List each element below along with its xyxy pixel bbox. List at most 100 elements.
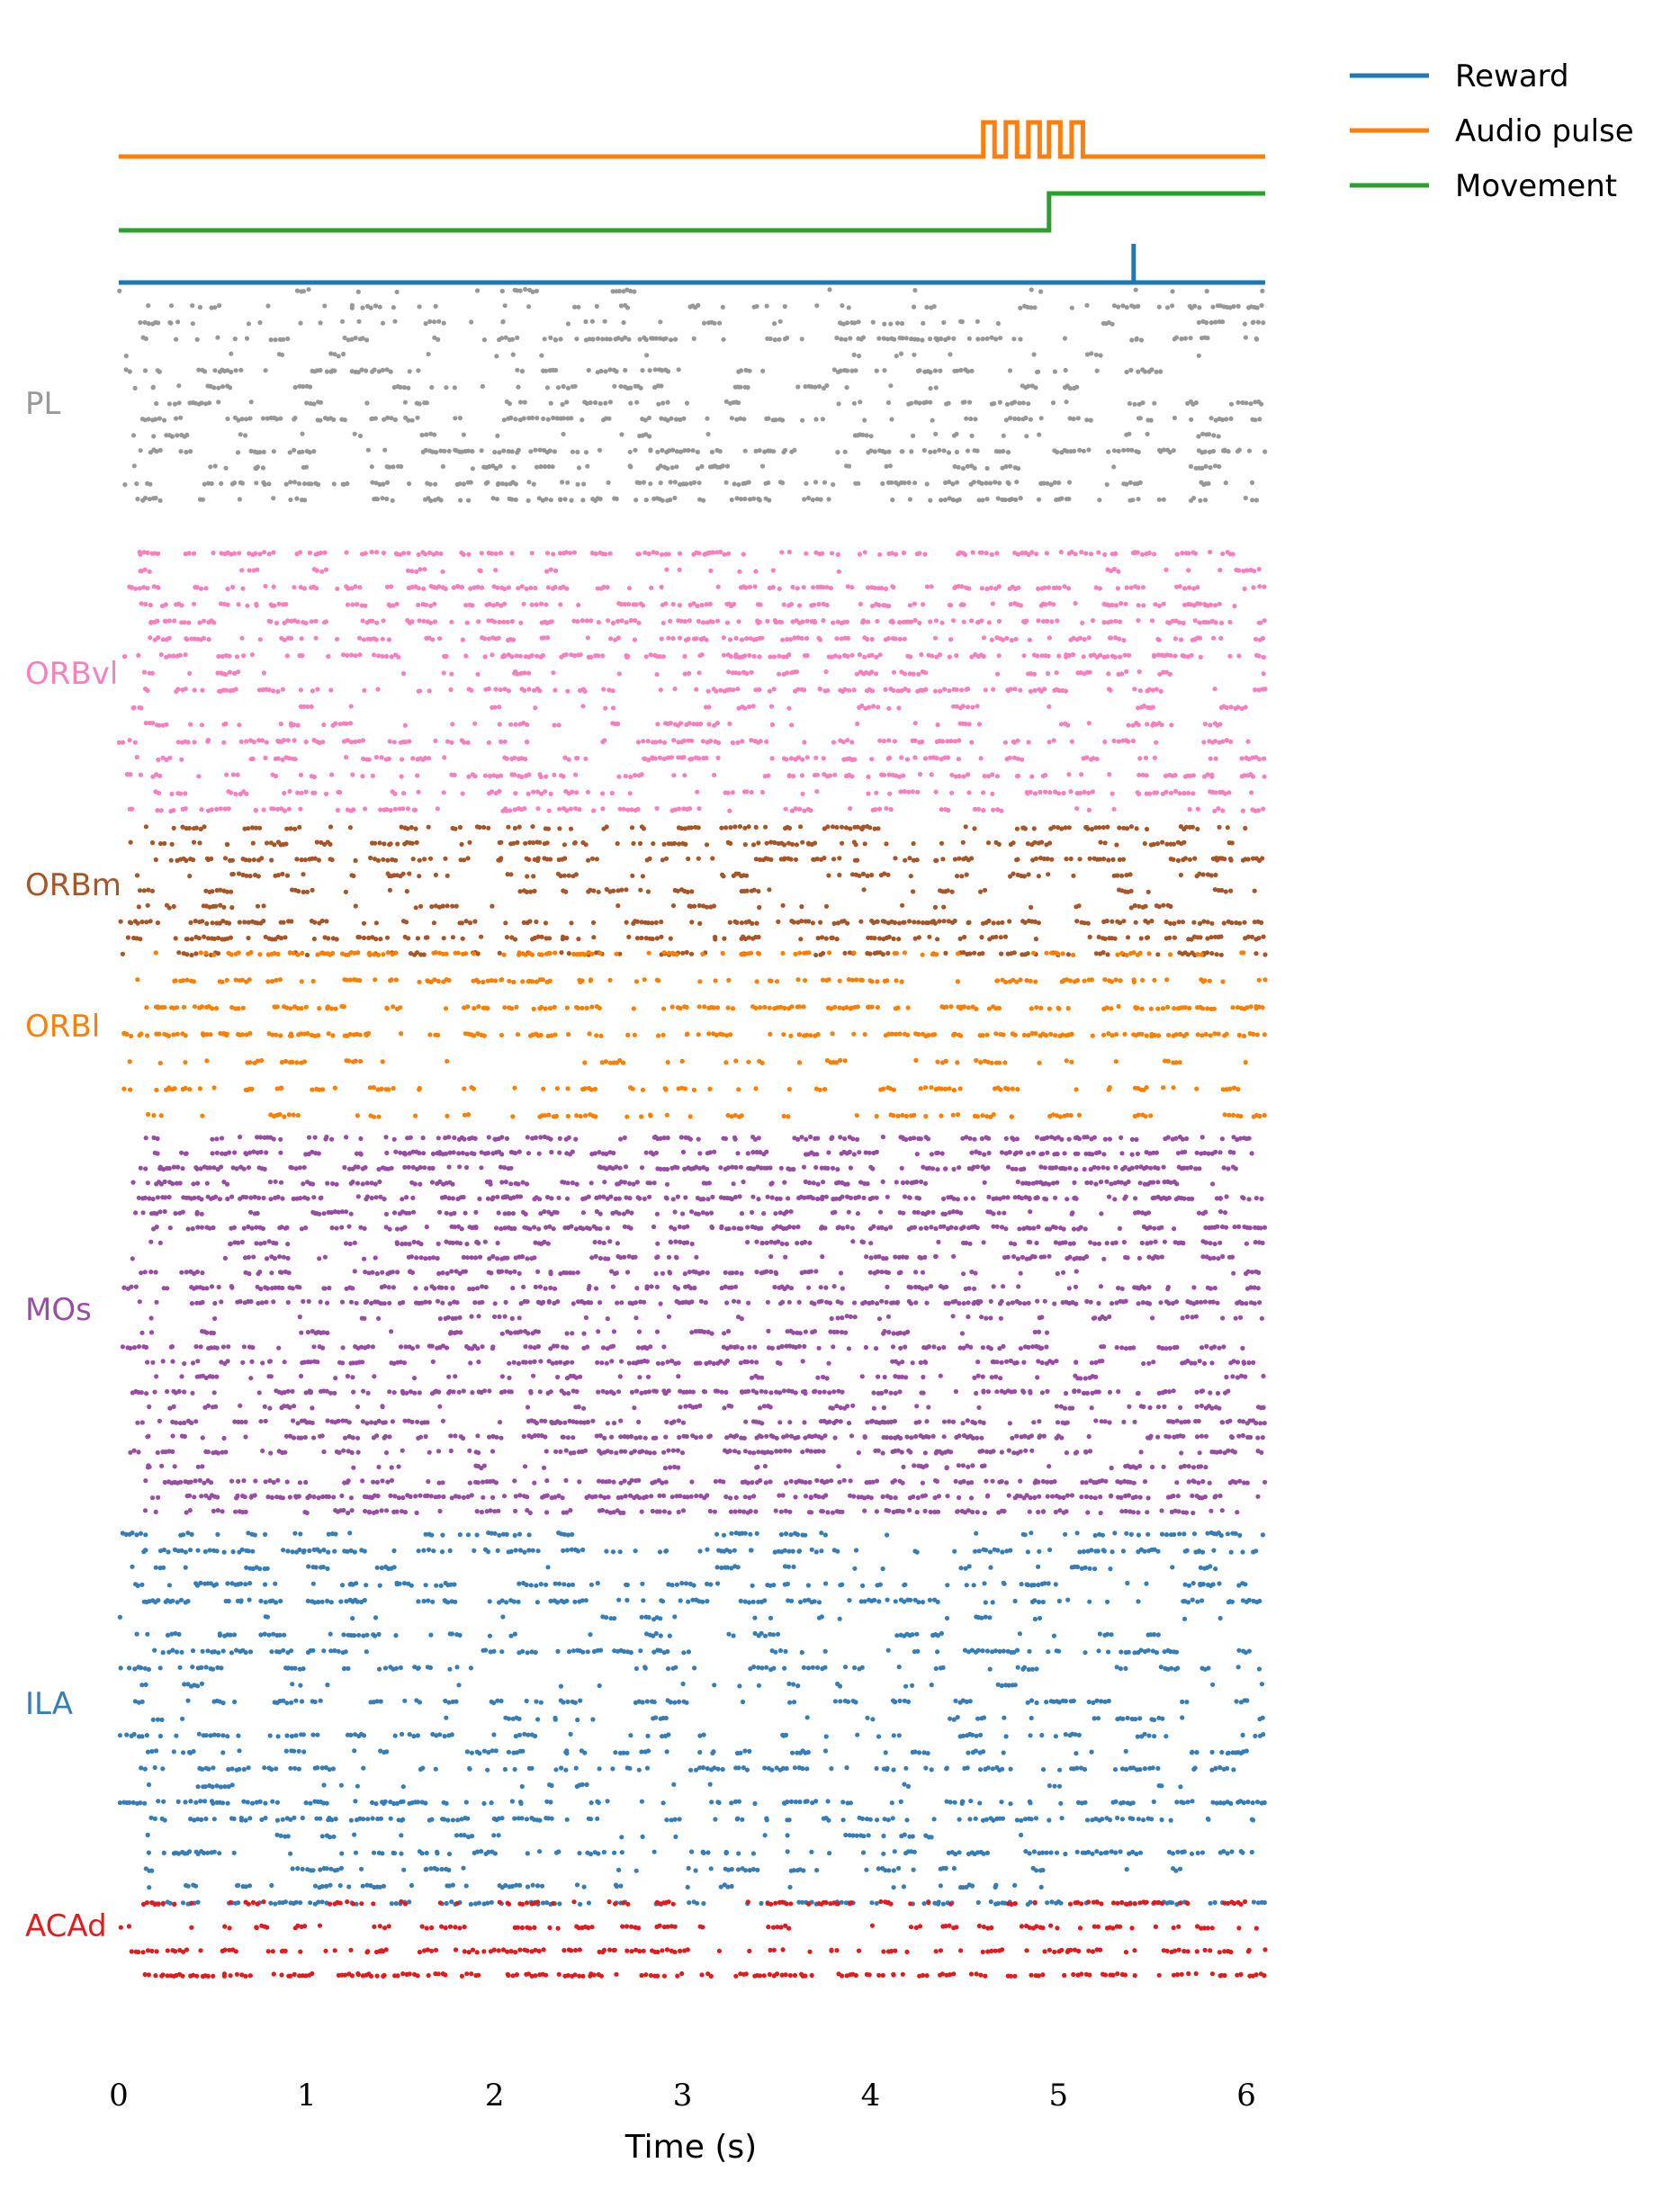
spike-point bbox=[704, 755, 709, 761]
spike-point bbox=[1217, 463, 1222, 470]
spike-point bbox=[722, 936, 727, 941]
spike-point bbox=[1001, 433, 1006, 438]
spike-point bbox=[1109, 619, 1114, 624]
spike-point bbox=[865, 636, 870, 642]
spike-point bbox=[689, 738, 695, 743]
spike-point bbox=[887, 791, 893, 796]
spike-point bbox=[358, 1058, 364, 1064]
spike-point bbox=[597, 400, 603, 407]
spike-point bbox=[596, 889, 601, 894]
spike-point bbox=[894, 320, 901, 326]
spike-point bbox=[891, 669, 897, 675]
spike-point bbox=[1191, 496, 1197, 501]
spike-point bbox=[612, 383, 617, 389]
spike-point bbox=[233, 687, 238, 692]
spike-point bbox=[1033, 385, 1038, 390]
spike-point bbox=[806, 919, 812, 924]
spike-point bbox=[917, 400, 922, 406]
spike-point bbox=[183, 652, 188, 658]
spike-point bbox=[1257, 417, 1262, 422]
spike-point bbox=[1145, 431, 1150, 436]
spike-point bbox=[373, 840, 378, 846]
spike-point bbox=[1122, 1031, 1127, 1037]
spike-point bbox=[756, 934, 761, 940]
spike-point bbox=[569, 416, 574, 421]
spike-point bbox=[832, 653, 839, 659]
spike-point bbox=[744, 671, 750, 677]
spike-point bbox=[335, 586, 340, 591]
spike-point bbox=[1118, 619, 1123, 624]
spike-point bbox=[416, 789, 421, 794]
spike-point bbox=[1246, 448, 1253, 453]
spike-point bbox=[717, 449, 723, 454]
spike-point bbox=[795, 384, 801, 390]
spike-point bbox=[767, 887, 772, 893]
spike-point bbox=[646, 415, 652, 421]
spike-point bbox=[720, 463, 725, 469]
spike-point bbox=[229, 889, 234, 894]
spike-point bbox=[933, 618, 939, 624]
spike-point bbox=[186, 825, 192, 831]
spike-point bbox=[1071, 952, 1076, 957]
spike-point bbox=[894, 354, 899, 359]
spike-point bbox=[392, 806, 398, 812]
spike-point bbox=[1017, 400, 1022, 406]
spike-point bbox=[736, 619, 741, 624]
spike-point bbox=[208, 1032, 213, 1037]
spike-point bbox=[261, 449, 266, 454]
spike-point bbox=[1003, 979, 1009, 985]
spike-point bbox=[496, 480, 501, 487]
spike-point bbox=[821, 950, 826, 956]
spike-point bbox=[958, 1033, 964, 1038]
spike-point bbox=[798, 937, 804, 942]
spike-point bbox=[583, 842, 588, 848]
spike-point bbox=[658, 739, 663, 744]
spike-point bbox=[310, 978, 316, 984]
spike-point bbox=[184, 977, 190, 983]
spike-point bbox=[255, 464, 260, 470]
spike-point bbox=[207, 400, 212, 406]
spike-point bbox=[801, 585, 806, 590]
spike-point bbox=[1118, 654, 1123, 660]
spike-point bbox=[421, 586, 427, 591]
spike-point bbox=[176, 950, 182, 956]
spike-point bbox=[1006, 480, 1011, 487]
spike-point bbox=[1096, 550, 1101, 555]
spike-point bbox=[310, 1087, 315, 1092]
spike-point bbox=[1164, 305, 1171, 310]
spike-point bbox=[299, 790, 304, 795]
spike-point bbox=[862, 550, 867, 555]
spike-point bbox=[1116, 1003, 1121, 1010]
spike-point bbox=[686, 856, 691, 862]
spike-point bbox=[156, 320, 161, 326]
spike-point bbox=[593, 1114, 598, 1119]
spike-point bbox=[1113, 1059, 1119, 1064]
spike-point bbox=[1012, 687, 1018, 692]
spike-point bbox=[879, 586, 885, 591]
spike-point bbox=[445, 873, 450, 878]
spike-point bbox=[1000, 920, 1005, 925]
spike-point bbox=[598, 1033, 604, 1038]
spike-point bbox=[1138, 337, 1144, 343]
spike-point bbox=[700, 951, 705, 956]
spike-point bbox=[830, 824, 836, 830]
spike-point bbox=[747, 584, 753, 589]
spike-point bbox=[1182, 586, 1188, 591]
spike-point bbox=[527, 919, 533, 924]
spike-point bbox=[545, 826, 552, 831]
spike-point bbox=[714, 721, 721, 726]
spike-point bbox=[646, 551, 651, 557]
spike-point bbox=[389, 977, 394, 983]
spike-point bbox=[424, 432, 429, 437]
spike-point bbox=[1201, 740, 1207, 745]
spike-point bbox=[449, 740, 454, 745]
spike-point bbox=[499, 288, 505, 294]
spike-point bbox=[625, 1032, 631, 1037]
spike-point bbox=[1008, 687, 1013, 692]
spike-point bbox=[416, 552, 421, 558]
spike-point bbox=[880, 480, 885, 487]
spike-point bbox=[947, 1086, 952, 1091]
spike-point bbox=[1106, 449, 1111, 454]
spike-point bbox=[957, 1086, 963, 1091]
spike-point bbox=[633, 618, 638, 624]
